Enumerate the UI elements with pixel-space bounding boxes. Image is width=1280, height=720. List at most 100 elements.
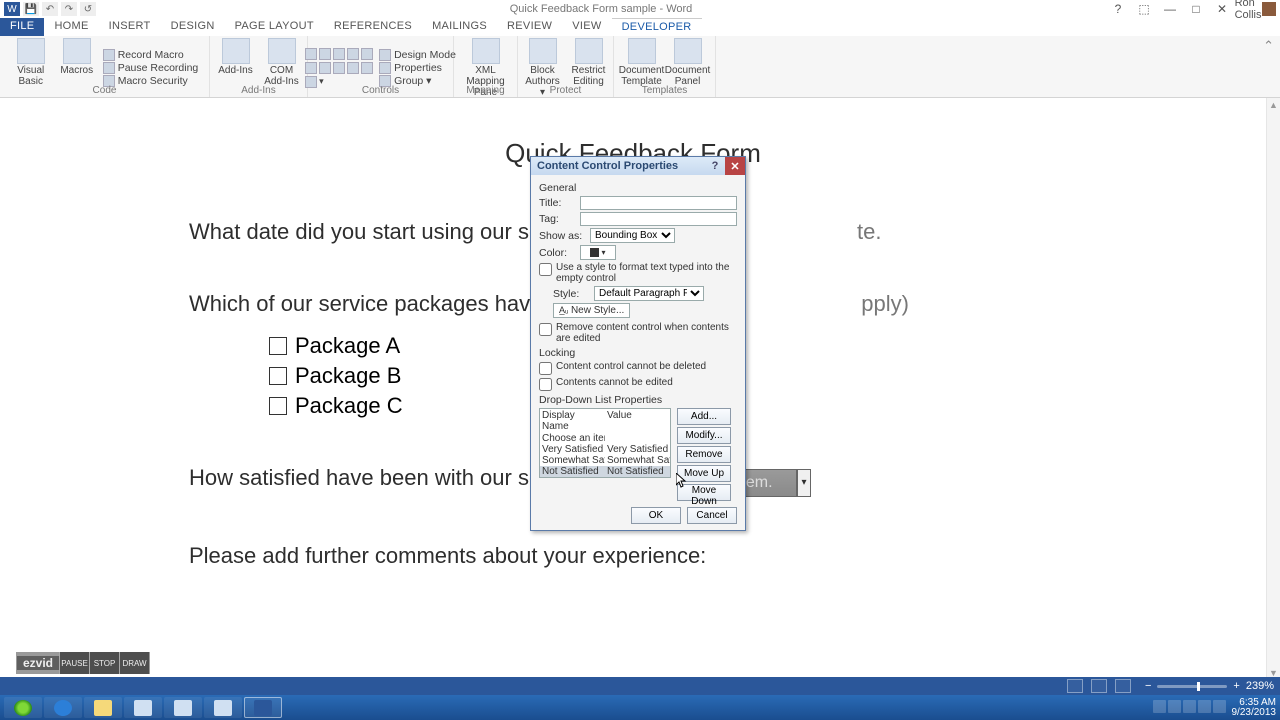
tab-design[interactable]: DESIGN — [161, 18, 225, 36]
design-mode-button[interactable]: Design Mode — [379, 49, 456, 61]
list-item[interactable]: Somewhat SatisfiedSomewhat Satisf — [540, 455, 670, 466]
group-label-mapping: Mapping — [454, 85, 517, 96]
minimize-icon[interactable]: — — [1158, 2, 1182, 16]
zoom-slider[interactable] — [1157, 685, 1227, 688]
dialog-help-icon[interactable]: ? — [705, 157, 725, 175]
move-down-button[interactable]: Move Down — [677, 484, 731, 501]
color-picker[interactable]: ▾ — [580, 245, 616, 260]
vertical-scrollbar[interactable]: ▲ ▼ — [1266, 98, 1280, 680]
tray-icon[interactable] — [1198, 700, 1211, 713]
web-layout-icon[interactable] — [1115, 679, 1131, 693]
title-input[interactable] — [580, 196, 737, 210]
tab-references[interactable]: REFERENCES — [324, 18, 422, 36]
taskbar-internet-explorer[interactable] — [44, 697, 82, 718]
checkbox-icon — [269, 397, 287, 415]
record-macro-button[interactable]: Record Macro — [103, 49, 199, 61]
tab-page-layout[interactable]: PAGE LAYOUT — [225, 18, 324, 36]
col-value: Value — [605, 409, 670, 433]
style-select[interactable]: Default Paragraph Font — [594, 286, 704, 301]
tab-view[interactable]: VIEW — [562, 18, 611, 36]
cancel-button[interactable]: Cancel — [687, 507, 737, 524]
taskbar-app-2[interactable] — [164, 697, 202, 718]
maximize-icon[interactable]: □ — [1184, 2, 1208, 16]
tray-icon[interactable] — [1153, 700, 1166, 713]
dialog-titlebar[interactable]: Content Control Properties ? ✕ — [531, 157, 745, 175]
clock[interactable]: 6:35 AM 9/23/2013 — [1232, 698, 1277, 718]
ie-icon — [54, 700, 72, 716]
col-display-name: Display Name — [540, 409, 605, 433]
no-delete-checkbox[interactable] — [539, 362, 552, 375]
redo-icon[interactable]: ↷ — [61, 2, 77, 16]
tag-input[interactable] — [580, 212, 737, 226]
no-edit-checkbox[interactable] — [539, 378, 552, 391]
control-gallery[interactable] — [305, 48, 373, 60]
tray-icon[interactable] — [1213, 700, 1226, 713]
content-control-properties-dialog: Content Control Properties ? ✕ General T… — [530, 156, 746, 531]
properties-button[interactable]: Properties — [379, 62, 456, 74]
tab-developer[interactable]: DEVELOPER — [612, 18, 702, 36]
window-title: Quick Feedback Form sample - Word — [96, 3, 1106, 15]
section-general: General — [539, 182, 737, 194]
list-item[interactable]: Choose an item. — [540, 433, 670, 444]
recorder-draw-button[interactable]: DRAW — [119, 652, 149, 674]
help-icon[interactable]: ? — [1106, 2, 1130, 16]
tray-icon[interactable] — [1168, 700, 1181, 713]
recorder-stop-button[interactable]: STOP — [89, 652, 119, 674]
tab-home[interactable]: HOME — [44, 18, 98, 36]
taskbar-explorer[interactable] — [84, 697, 122, 718]
checkbox-icon — [269, 337, 287, 355]
zoom-in-icon[interactable]: + — [1233, 680, 1239, 692]
label-tag: Tag: — [539, 213, 575, 225]
label-title: Title: — [539, 197, 575, 209]
tray-icon[interactable] — [1183, 700, 1196, 713]
showas-select[interactable]: Bounding Box — [590, 228, 675, 243]
start-button[interactable] — [4, 697, 42, 718]
taskbar-word[interactable] — [244, 697, 282, 718]
taskbar-app-1[interactable] — [124, 697, 162, 718]
add-button[interactable]: Add... — [677, 408, 731, 425]
remove-control-checkbox[interactable] — [539, 323, 552, 336]
list-hscroll[interactable]: ◄► — [540, 477, 670, 478]
tab-review[interactable]: REVIEW — [497, 18, 562, 36]
group-label-addins: Add-Ins — [210, 85, 307, 96]
ribbon-opts-icon[interactable]: ⬚ — [1132, 2, 1156, 16]
system-tray[interactable] — [1151, 700, 1226, 716]
modify-button[interactable]: Modify... — [677, 427, 731, 444]
tab-file[interactable]: FILE — [0, 18, 44, 36]
dropdown-items-list[interactable]: Display NameValue Choose an item. Very S… — [539, 408, 671, 478]
properties-icon — [379, 62, 391, 74]
list-item[interactable]: Not SatisfiedNot Satisfied — [540, 466, 670, 477]
avatar[interactable] — [1262, 2, 1276, 16]
new-style-button[interactable]: A̲ᵤ New Style... — [553, 303, 630, 318]
zoom-out-icon[interactable]: − — [1145, 680, 1151, 692]
clock-date: 9/23/2013 — [1232, 708, 1277, 718]
label-color: Color: — [539, 247, 575, 259]
chevron-down-icon[interactable]: ▾ — [797, 469, 811, 497]
screen-recorder-overlay[interactable]: ezvid PAUSE STOP DRAW — [16, 652, 150, 674]
quick-access-toolbar: W 💾 ↶ ↷ ↺ — [0, 2, 96, 16]
control-gallery-2[interactable] — [305, 62, 373, 74]
scroll-up-icon[interactable]: ▲ — [1267, 98, 1280, 112]
pause-recording-button[interactable]: Pause Recording — [103, 62, 199, 74]
use-style-checkbox[interactable] — [539, 263, 552, 276]
move-up-button[interactable]: Move Up — [677, 465, 731, 482]
ribbon-collapse-icon[interactable]: ⌃ — [1263, 38, 1274, 54]
recorder-pause-button[interactable]: PAUSE — [59, 652, 89, 674]
close-icon[interactable]: ✕ — [1210, 2, 1234, 16]
remove-button[interactable]: Remove — [677, 446, 731, 463]
use-style-label: Use a style to format text typed into th… — [556, 262, 737, 284]
undo-icon[interactable]: ↶ — [42, 2, 58, 16]
taskbar-app-3[interactable] — [204, 697, 242, 718]
repeat-icon[interactable]: ↺ — [80, 2, 96, 16]
save-icon[interactable]: 💾 — [23, 2, 39, 16]
user-name[interactable]: Ron Collis — [1236, 2, 1260, 16]
print-layout-icon[interactable] — [1067, 679, 1083, 693]
zoom-level[interactable]: 239% — [1246, 680, 1274, 692]
list-item[interactable]: Very SatisfiedVery Satisfied — [540, 444, 670, 455]
dialog-close-icon[interactable]: ✕ — [725, 157, 745, 175]
ok-button[interactable]: OK — [631, 507, 681, 524]
label-style: Style: — [553, 288, 589, 300]
tab-mailings[interactable]: MAILINGS — [422, 18, 497, 36]
tab-insert[interactable]: INSERT — [99, 18, 161, 36]
read-mode-icon[interactable] — [1091, 679, 1107, 693]
